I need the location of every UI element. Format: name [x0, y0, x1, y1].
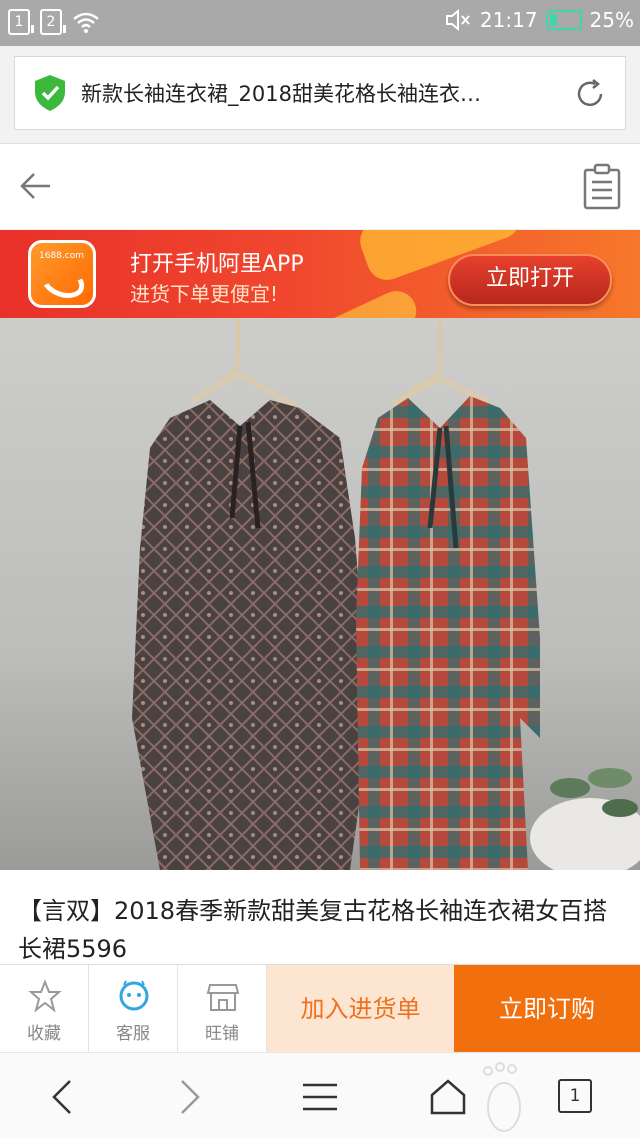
favorite-label: 收藏 — [27, 1024, 61, 1044]
shield-check-icon — [35, 75, 65, 111]
battery-percent: 25% — [589, 8, 634, 32]
banner-subtitle: 进货下单更便宜! — [130, 282, 279, 306]
alibaba-app-logo: 1688.com — [28, 240, 96, 308]
add-to-cart-button[interactable]: 加入进货单 — [267, 965, 454, 1053]
clock: 21:17 — [479, 8, 538, 32]
banner-title: 打开手机阿里APP — [130, 252, 304, 277]
product-image[interactable] — [0, 318, 640, 870]
star-icon — [28, 979, 62, 1013]
page-title-url[interactable]: 新款长袖连衣裙_2018甜美花格长袖连衣… — [81, 78, 551, 108]
back-arrow-icon[interactable] — [18, 168, 54, 204]
address-bar[interactable]: 新款长袖连衣裙_2018甜美花格长袖连衣… — [14, 56, 626, 130]
sim2-icon: 2 — [40, 9, 66, 35]
page-header — [0, 144, 640, 230]
battery-fill — [549, 14, 557, 26]
footprint-watermark-icon — [483, 1062, 521, 1132]
status-bar: 1 2 21:17 25% — [0, 0, 640, 46]
home-icon[interactable] — [428, 1077, 468, 1117]
forward-icon[interactable] — [170, 1077, 210, 1117]
tabs-icon[interactable]: 1 — [558, 1079, 592, 1113]
app-logo-text: 1688.com — [39, 251, 84, 261]
reload-icon[interactable] — [573, 77, 607, 111]
product-title: 【言双】2018春季新款甜美复古花格长袖连衣裙女百搭长裙5596 — [18, 897, 608, 963]
open-app-button[interactable]: 立即打开 — [448, 254, 612, 306]
buy-now-button[interactable]: 立即订购 — [454, 965, 640, 1053]
menu-icon[interactable] — [300, 1077, 340, 1117]
logo-swoosh — [37, 260, 89, 304]
shop-button[interactable]: 旺铺 — [178, 965, 267, 1053]
back-icon[interactable] — [42, 1077, 82, 1117]
action-bar: 收藏 客服 旺铺 加入进货单 立即订购 — [0, 964, 640, 1053]
clipboard-icon[interactable] — [582, 162, 622, 210]
shop-label: 旺铺 — [205, 1024, 239, 1044]
app-promo-banner[interactable]: 1688.com 打开手机阿里APP 进货下单更便宜! 立即打开 — [0, 230, 640, 318]
favorite-button[interactable]: 收藏 — [0, 965, 89, 1053]
browser-nav-bar: 1 — [0, 1052, 640, 1138]
service-label: 客服 — [116, 1024, 150, 1044]
battery-icon — [545, 10, 582, 30]
customer-service-button[interactable]: 客服 — [89, 965, 178, 1053]
customer-service-icon — [119, 980, 149, 1011]
mute-icon — [445, 8, 470, 32]
sim1-icon: 1 — [8, 9, 34, 35]
wifi-icon — [73, 12, 99, 33]
shop-icon — [206, 984, 240, 1011]
browser-toolbar: 新款长袖连衣裙_2018甜美花格长袖连衣… — [0, 46, 640, 144]
product-photo — [132, 318, 640, 870]
